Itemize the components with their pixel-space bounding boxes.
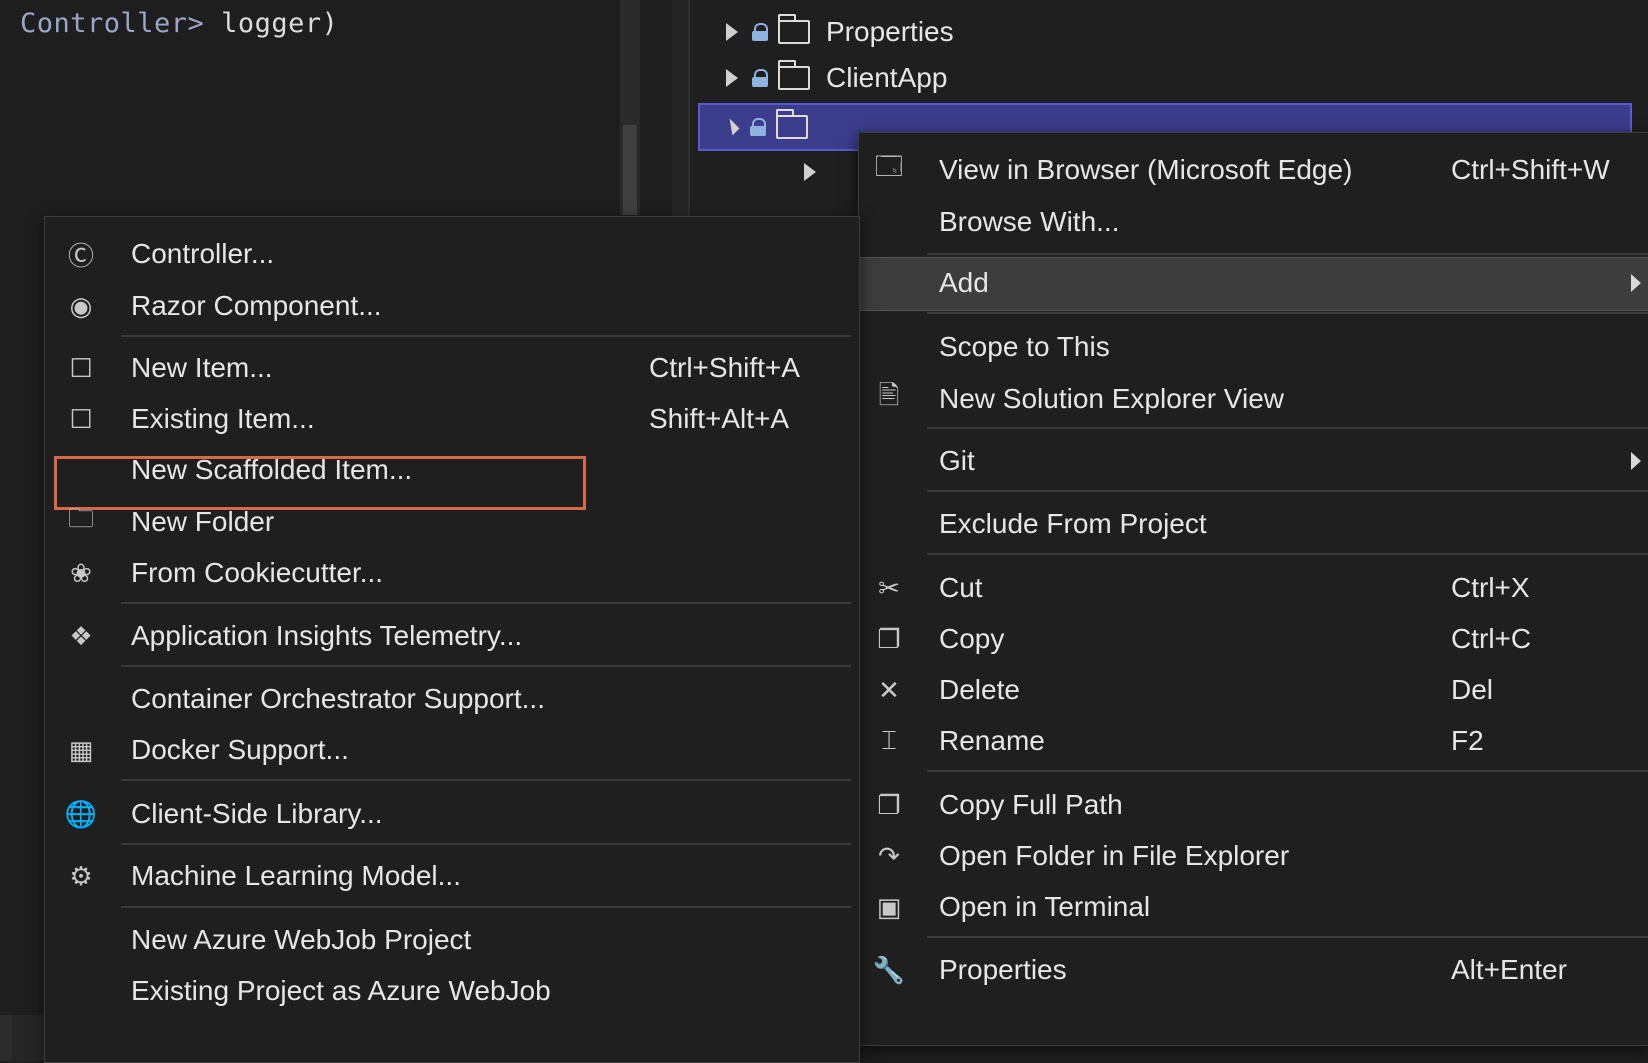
menu-separator: [121, 779, 851, 781]
submenu-item-machine-learning-model[interactable]: ⚙ Machine Learning Model...: [45, 851, 859, 901]
menu-separator: [927, 253, 1648, 255]
folder-icon: [778, 60, 810, 90]
menu-item-exclude-from-project[interactable]: Exclude From Project: [859, 499, 1648, 549]
submenu-item-client-side-library[interactable]: 🌐 Client-Side Library...: [45, 789, 859, 839]
menu-separator: [121, 665, 851, 667]
tree-item-selected-folder[interactable]: [722, 105, 824, 149]
rename-icon: ⌶: [881, 725, 897, 755]
menu-item-copy-full-path[interactable]: ❐ Copy Full Path: [859, 780, 1648, 830]
properties-folder-icon: [778, 14, 810, 44]
menu-item-copy[interactable]: ❐ Copy Ctrl+C: [859, 614, 1648, 664]
existing-item-icon: ☐: [69, 403, 93, 434]
menu-separator: [927, 312, 1648, 314]
expand-arrow-icon[interactable]: [804, 163, 816, 181]
menu-item-delete[interactable]: ✕ Delete Del: [859, 665, 1648, 715]
menu-item-view-in-browser[interactable]: 🗔 View in Browser (Microsoft Edge) Ctrl+…: [859, 145, 1648, 195]
machine-learning-icon: ⚙: [69, 860, 93, 891]
menu-separator: [121, 843, 851, 845]
menu-item-open-folder-in-file-explorer[interactable]: ↷ Open Folder in File Explorer: [859, 831, 1648, 881]
pane-splitter[interactable]: [672, 0, 688, 220]
lock-icon: [752, 69, 768, 87]
submenu-arrow-icon: [1631, 452, 1641, 470]
submenu-item-new-item[interactable]: ☐ New Item... Ctrl+Shift+A: [45, 343, 859, 393]
submenu-item-controller[interactable]: Ⓒ Controller...: [45, 229, 859, 279]
code-type: Controller>: [20, 8, 205, 39]
context-menu: 🗔 View in Browser (Microsoft Edge) Ctrl+…: [858, 132, 1648, 1046]
menu-item-properties[interactable]: 🔧 Properties Alt+Enter: [859, 945, 1648, 995]
new-solution-explorer-view-icon: 🖹: [878, 380, 900, 410]
cookiecutter-icon: ❀: [70, 557, 92, 588]
menu-item-git[interactable]: Git: [859, 436, 1648, 486]
submenu-item-docker-support[interactable]: ▦ Docker Support...: [45, 725, 859, 775]
client-side-library-icon: 🌐: [64, 798, 98, 829]
code-identifier: logger): [221, 8, 339, 39]
menu-item-new-solution-explorer-view[interactable]: 🖹 New Solution Explorer View: [859, 374, 1648, 424]
tree-item-clientapp[interactable]: ClientApp: [726, 56, 947, 100]
submenu-item-from-cookiecutter[interactable]: ❀ From Cookiecutter...: [45, 548, 859, 598]
new-folder-icon: 🗀: [67, 503, 94, 533]
submenu-item-application-insights[interactable]: ❖ Application Insights Telemetry...: [45, 611, 859, 661]
tree-item-child[interactable]: [804, 150, 816, 194]
expand-arrow-icon[interactable]: [726, 23, 738, 41]
submenu-item-new-azure-webjob[interactable]: New Azure WebJob Project: [45, 915, 859, 965]
submenu-item-existing-item[interactable]: ☐ Existing Item... Shift+Alt+A: [45, 394, 859, 444]
submenu-item-new-folder[interactable]: 🗀 New Folder: [45, 497, 859, 547]
wrench-icon: 🔧: [872, 954, 906, 985]
new-item-icon: ☐: [69, 352, 93, 383]
menu-item-scope-to-this[interactable]: Scope to This: [859, 322, 1648, 372]
controller-icon: Ⓒ: [67, 240, 94, 271]
collapse-arrow-icon[interactable]: [722, 118, 740, 136]
menu-separator: [121, 335, 851, 337]
submenu-item-existing-project-azure-webjob[interactable]: Existing Project as Azure WebJob: [45, 966, 859, 1016]
editor-scrollbar-thumb[interactable]: [623, 125, 637, 215]
submenu-item-container-orchestrator[interactable]: Container Orchestrator Support...: [45, 674, 859, 724]
menu-separator: [927, 490, 1648, 492]
open-folder-icon: [776, 109, 808, 139]
code-line: Controller> logger): [20, 8, 338, 39]
tree-item-label: ClientApp: [826, 62, 948, 93]
open-folder-arrow-icon: ↷: [878, 840, 900, 871]
menu-item-open-in-terminal[interactable]: ▣ Open in Terminal: [859, 882, 1648, 932]
menu-item-cut[interactable]: ✂ Cut Ctrl+X: [859, 563, 1648, 613]
add-submenu: Ⓒ Controller... ◉ Razor Component... ☐ N…: [44, 216, 860, 1063]
lock-icon: [752, 23, 768, 41]
submenu-arrow-icon: [1631, 274, 1641, 292]
menu-separator: [121, 906, 851, 908]
copy-icon: ❐: [877, 789, 901, 820]
razor-component-icon: ◉: [69, 290, 93, 321]
lock-icon: [750, 118, 766, 136]
delete-x-icon: ✕: [878, 674, 900, 705]
view-in-browser-icon: 🗔: [874, 151, 904, 181]
terminal-icon: ▣: [876, 891, 902, 922]
menu-separator: [927, 770, 1648, 772]
status-strip-marker: [0, 1015, 12, 1061]
copy-icon: ❐: [877, 623, 901, 654]
docker-icon: ▦: [68, 734, 94, 765]
scissors-icon: ✂: [878, 572, 900, 603]
application-insights-icon: ❖: [69, 620, 93, 651]
expand-arrow-icon[interactable]: [726, 69, 738, 87]
tree-item-label: Properties: [826, 16, 954, 47]
menu-item-rename[interactable]: ⌶ Rename F2: [859, 716, 1648, 766]
menu-separator: [121, 602, 851, 604]
submenu-item-razor-component[interactable]: ◉ Razor Component...: [45, 281, 859, 331]
menu-separator: [927, 936, 1648, 938]
menu-separator: [927, 427, 1648, 429]
tree-item-properties[interactable]: Properties: [726, 10, 954, 54]
menu-separator: [927, 553, 1648, 555]
menu-item-browse-with[interactable]: Browse With...: [859, 197, 1648, 247]
menu-item-add[interactable]: Add: [859, 258, 1648, 308]
